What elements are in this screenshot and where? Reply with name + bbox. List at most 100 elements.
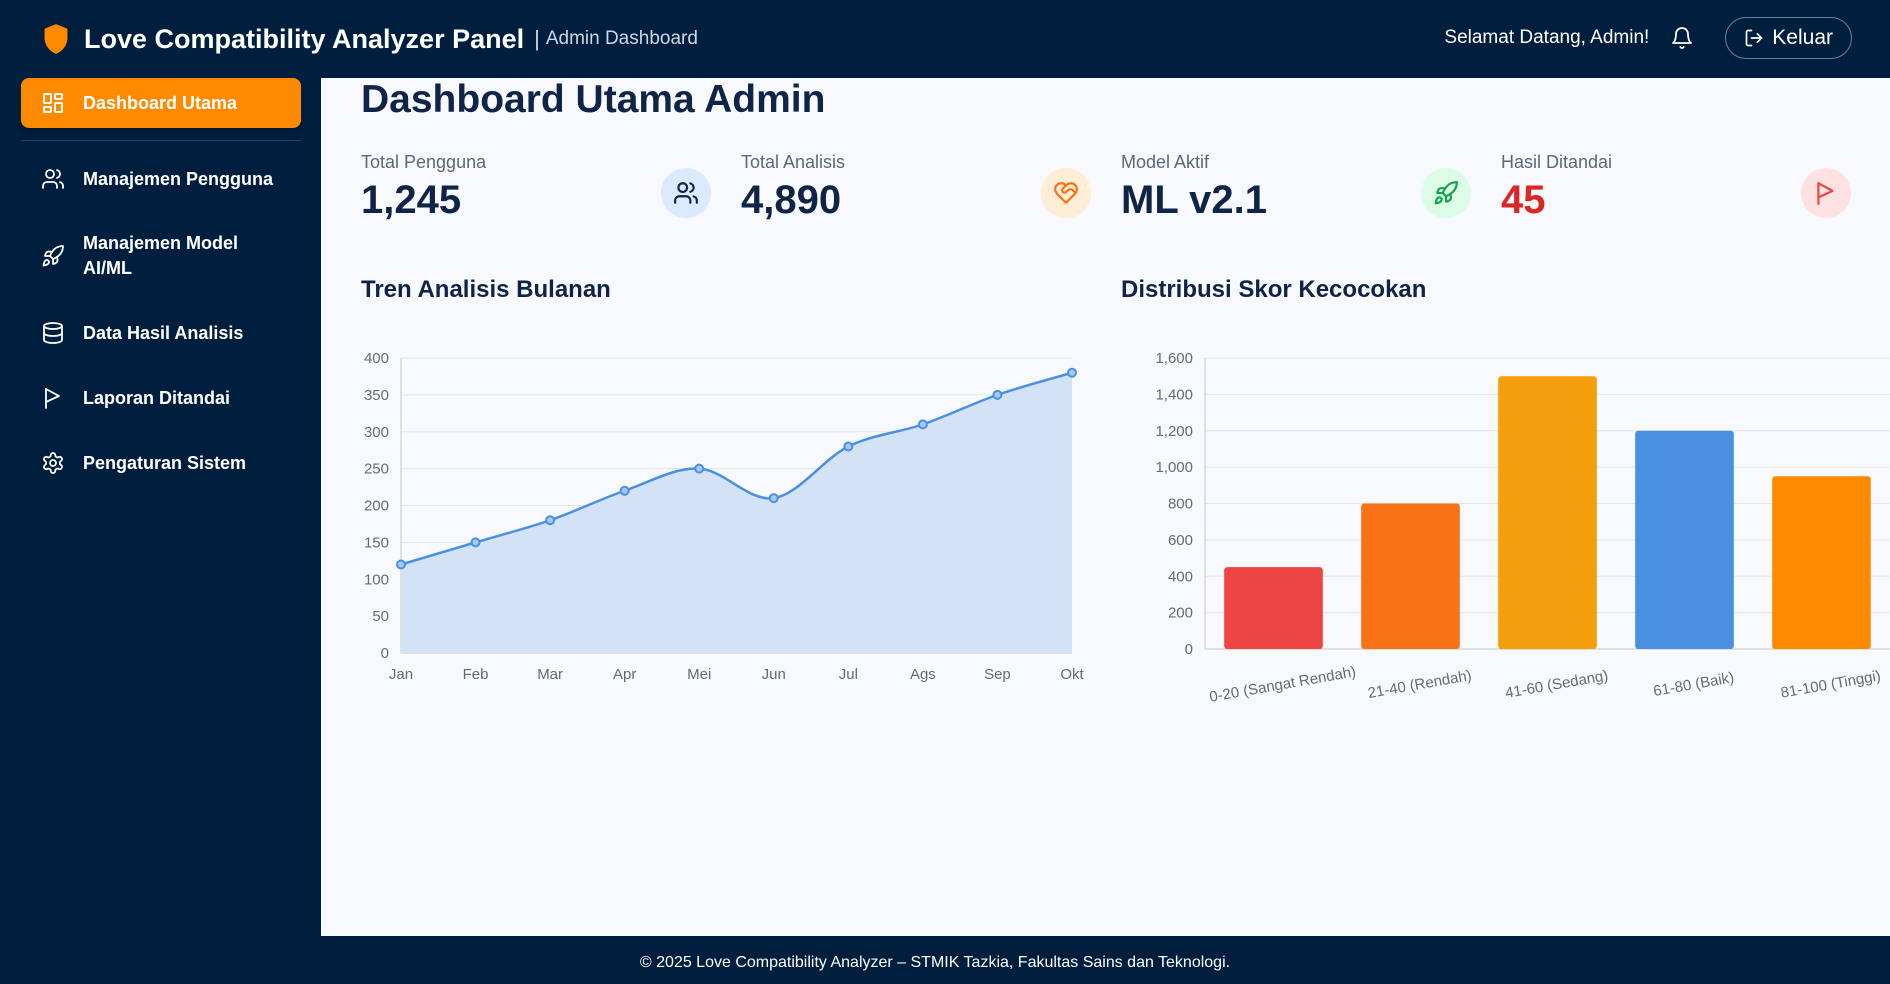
stat-card-analyses: Total Analisis 4,890 — [741, 152, 1091, 232]
sidebar-divider — [21, 140, 301, 141]
users-icon — [661, 168, 711, 218]
stat-value: 4,890 — [741, 178, 842, 222]
sidebar-item-dashboard[interactable]: Dashboard Utama — [21, 78, 301, 128]
data-point[interactable] — [470, 537, 481, 548]
sidebar-item-label: Pengaturan Sistem — [83, 452, 247, 473]
notification-bell-icon[interactable] — [1667, 23, 1697, 53]
y-tick-label: 1,200 — [1155, 423, 1193, 440]
bar-chart-title: Distribusi Skor Kecocokan — [1121, 276, 1427, 303]
stat-card-active-model: Model Aktif ML v2.1 — [1121, 152, 1471, 232]
x-tick-label: Okt — [1060, 666, 1084, 683]
y-tick-label: 0 — [381, 645, 389, 662]
data-point[interactable] — [694, 463, 705, 474]
brand[interactable]: Love Compatibility Analyzer Panel | Admi… — [42, 23, 698, 55]
y-tick-label: 0 — [1185, 641, 1193, 658]
dashboard-icon — [43, 93, 63, 113]
sidebar-item-flagged-reports[interactable]: Laporan Ditandai — [21, 373, 301, 423]
y-tick-label: 350 — [364, 387, 389, 404]
data-point[interactable] — [992, 389, 1003, 400]
sidebar-item-label: Manajemen Model AI/ML — [83, 233, 239, 278]
y-tick-label: 100 — [364, 571, 389, 588]
y-tick-label: 800 — [1168, 496, 1193, 513]
bar[interactable] — [1498, 376, 1597, 649]
logout-label: Keluar — [1772, 26, 1833, 49]
line-chart-title: Tren Analisis Bulanan — [361, 276, 611, 303]
x-tick-label: Jul — [839, 666, 858, 683]
heart-handshake-icon — [1041, 168, 1091, 218]
app-subtitle: Admin Dashboard — [545, 28, 698, 49]
main-content: Dashboard Utama Admin Total Pengguna 1,2… — [321, 78, 1890, 936]
y-tick-label: 1,400 — [1155, 386, 1193, 403]
data-point[interactable] — [768, 493, 779, 504]
data-point[interactable] — [545, 515, 556, 526]
y-tick-label: 600 — [1168, 532, 1193, 549]
x-tick-label: 61-80 (Baik) — [1652, 669, 1735, 700]
stat-label: Total Analisis — [741, 152, 846, 172]
logout-icon — [1745, 29, 1763, 47]
x-tick-label: Jan — [389, 666, 413, 683]
bar[interactable] — [1224, 567, 1323, 649]
rocket-icon — [1421, 168, 1471, 218]
stat-card-flagged: Hasil Ditandai 45 — [1501, 152, 1851, 232]
x-tick-label: Mei — [687, 666, 711, 683]
x-tick-label: Ags — [910, 666, 936, 683]
sidebar-item-label: Laporan Ditandai — [83, 387, 231, 408]
footer-text: © 2025 Love Compatibility Analyzer – STM… — [639, 954, 1231, 971]
bar[interactable] — [1635, 430, 1734, 649]
y-tick-label: 400 — [1168, 568, 1193, 585]
y-tick-label: 200 — [364, 498, 389, 515]
stat-label: Model Aktif — [1121, 152, 1210, 172]
x-tick-label: Apr — [613, 666, 636, 683]
stat-label: Hasil Ditandai — [1501, 152, 1613, 172]
y-tick-label: 300 — [364, 424, 389, 441]
bar[interactable] — [1361, 503, 1460, 650]
sidebar-item-analysis-data[interactable]: Data Hasil Analisis — [21, 308, 301, 358]
x-tick-label: Sep — [984, 666, 1011, 683]
rocket-icon — [42, 245, 64, 267]
stat-value: ML v2.1 — [1121, 178, 1267, 222]
welcome-text: Selamat Datang, Admin! — [1444, 27, 1650, 48]
data-point[interactable] — [619, 485, 630, 496]
stat-label: Total Pengguna — [361, 152, 487, 172]
sidebar-item-label: Data Hasil Analisis — [83, 322, 244, 343]
y-tick-label: 400 — [364, 350, 389, 367]
x-tick-label: 21-40 (Rendah) — [1367, 667, 1473, 702]
x-tick-label: Mar — [537, 666, 563, 683]
sidebar-item-models[interactable]: Manajemen Model AI/ML — [21, 226, 301, 286]
gear-icon — [43, 452, 63, 474]
data-point[interactable] — [1067, 367, 1077, 378]
app-title: Love Compatibility Analyzer Panel — [84, 23, 525, 54]
y-tick-label: 1,000 — [1155, 459, 1193, 476]
line-chart: 0 50 100 150 200 250 300 350 400 Jan Feb Mar Apr Mei J… — [364, 350, 1085, 683]
sidebar-item-label: Manajemen Pengguna — [83, 168, 274, 189]
x-tick-label: Jun — [762, 666, 786, 683]
stat-value: 45 — [1501, 178, 1546, 222]
stat-value: 1,245 — [361, 178, 462, 222]
sidebar-item-settings[interactable]: Pengaturan Sistem — [21, 438, 301, 488]
x-tick-label: 81-100 (Tinggi) — [1779, 667, 1882, 701]
y-tick-label: 1,600 — [1155, 350, 1193, 367]
title-separator: | — [534, 26, 540, 51]
x-tick-label: Feb — [463, 666, 489, 683]
top-navbar: Love Compatibility Analyzer Panel | Admi… — [0, 0, 1890, 78]
bar-chart: 0 200 400 600 800 1,000 1,200 1,400 1,600 0-20 (S… — [1155, 350, 1890, 706]
shield-icon — [44, 24, 68, 54]
bar[interactable] — [1772, 476, 1871, 649]
users-icon — [42, 169, 64, 189]
area-fill — [401, 372, 1072, 653]
y-tick-label: 200 — [1168, 605, 1193, 622]
y-tick-label: 50 — [372, 608, 389, 625]
x-tick-label: 0-20 (Sangat Rendah) — [1208, 663, 1357, 706]
data-point[interactable] — [396, 559, 406, 570]
data-point[interactable] — [917, 419, 928, 430]
logout-button[interactable]: Keluar — [1725, 17, 1852, 59]
flag-icon — [1801, 168, 1851, 218]
sidebar: Dashboard Utama Manajemen Pengguna Manaj… — [0, 78, 321, 936]
flag-icon — [45, 388, 60, 409]
y-tick-label: 150 — [364, 534, 389, 551]
sidebar-item-users[interactable]: Manajemen Pengguna — [21, 154, 301, 204]
sidebar-item-label: Dashboard Utama — [83, 92, 238, 113]
data-point[interactable] — [843, 441, 854, 452]
page-title: Dashboard Utama Admin — [361, 78, 826, 121]
stat-card-users: Total Pengguna 1,245 — [361, 152, 711, 232]
